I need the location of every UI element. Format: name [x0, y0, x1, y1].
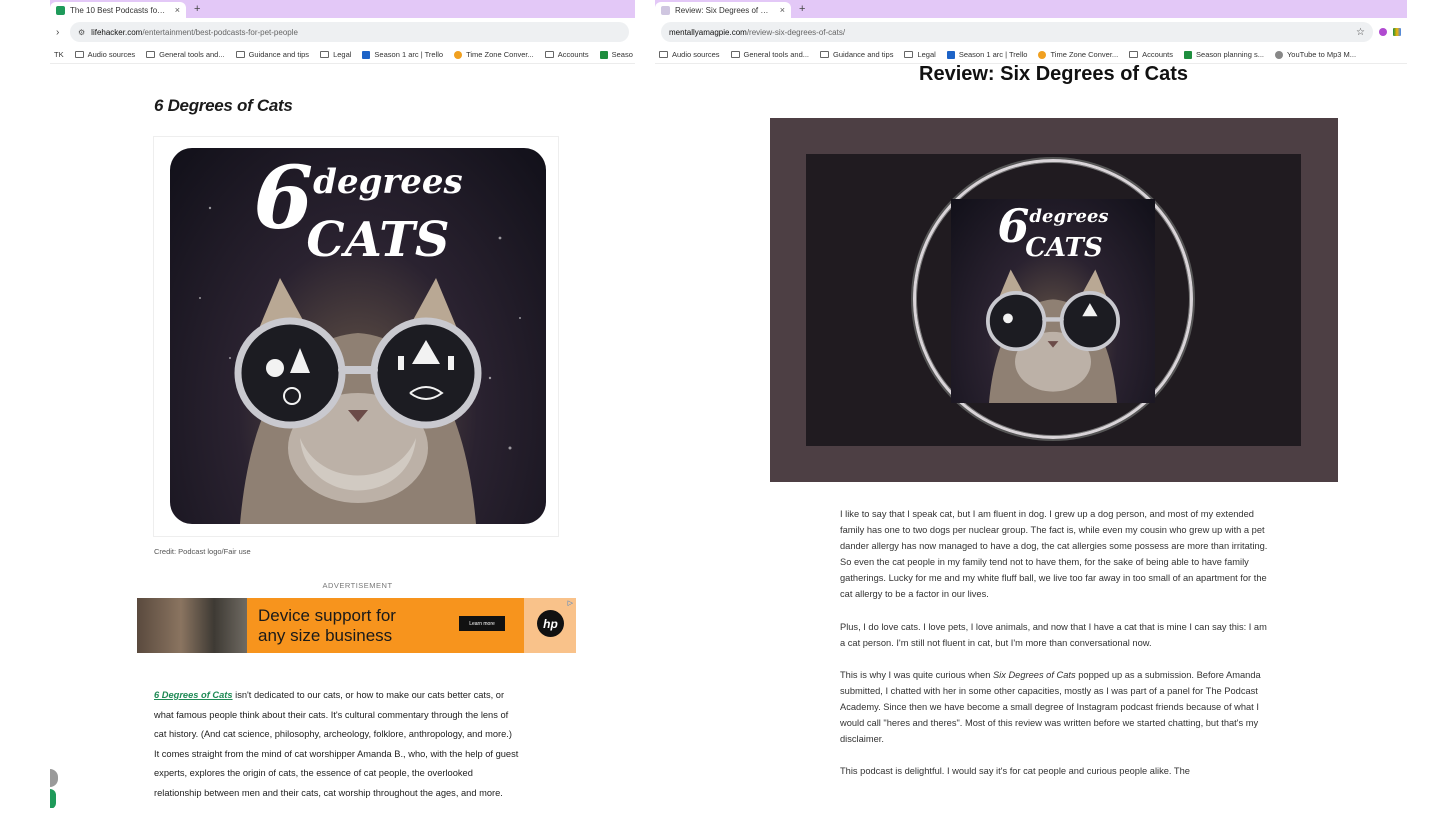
- bookmark-star-icon[interactable]: ☆: [1356, 27, 1365, 38]
- folder-icon: [235, 51, 245, 58]
- paragraph: I like to say that I speak cat, but I am…: [840, 509, 1268, 600]
- sheets-icon: [1184, 50, 1193, 59]
- bookmark-trello[interactable]: Season 1 arc | Trello: [946, 50, 1027, 59]
- bookmark-audio-sources[interactable]: Audio sources: [74, 50, 135, 59]
- bookmark-guidance[interactable]: Guidance and tips: [820, 50, 893, 59]
- site-favicon-icon: [661, 5, 670, 15]
- url-host: mentallyamagpie.com: [669, 27, 747, 37]
- podcast-link[interactable]: 6 Degrees of Cats: [154, 690, 233, 700]
- bookmark-accounts[interactable]: Accounts: [544, 50, 589, 59]
- tab-strip: Review: Six Degrees of Cats × +: [655, 0, 1407, 18]
- folder-icon: [320, 51, 330, 58]
- folder-icon: [730, 51, 740, 58]
- right-browser-window: Review: Six Degrees of Cats × + mentally…: [655, 0, 1407, 808]
- back-arrow-icon[interactable]: ›: [56, 27, 64, 38]
- bookmark-audio-sources[interactable]: Audio sources: [659, 50, 720, 59]
- tab-review-six-degrees[interactable]: Review: Six Degrees of Cats ×: [655, 2, 791, 18]
- review-body: I like to say that I speak cat, but I am…: [840, 506, 1270, 795]
- folder-icon: [659, 51, 668, 58]
- new-tab-button[interactable]: +: [799, 3, 805, 15]
- drive-icon[interactable]: [1393, 28, 1401, 36]
- bookmarks-bar: TK Audio sources General tools and... Gu…: [50, 46, 635, 64]
- ad-headline: Device support for any size business: [258, 606, 396, 645]
- ad-choices-icon[interactable]: ▷: [568, 599, 573, 607]
- address-bar[interactable]: ⚙ lifehacker.com/entertainment/best-podc…: [70, 22, 629, 42]
- hero-inner-frame: 6degrees CATS: [806, 154, 1301, 446]
- url-path: /entertainment/best-podcasts-for-pet-peo…: [142, 27, 298, 37]
- address-row: › ⚙ lifehacker.com/entertainment/best-po…: [50, 18, 635, 46]
- bookmark-youtube-mp3[interactable]: YouTube to Mp3 M...: [1274, 50, 1356, 59]
- review-hero-image: 6degrees CATS: [770, 118, 1338, 482]
- hp-advertisement[interactable]: Device support for any size business Lea…: [137, 598, 576, 653]
- folder-icon: [544, 51, 554, 58]
- paragraph: This podcast is delightful. I would say …: [840, 766, 1190, 777]
- paragraph: Plus, I do love cats. I love pets, I lov…: [840, 621, 1267, 648]
- folder-icon: [820, 51, 829, 58]
- floating-side-widget[interactable]: [50, 769, 58, 808]
- review-title: Review: Six Degrees of Cats: [919, 63, 1188, 85]
- url-host: lifehacker.com: [91, 27, 143, 37]
- bookmark-tk[interactable]: TK: [54, 50, 64, 59]
- site-settings-icon[interactable]: ⚙: [78, 28, 85, 37]
- bookmark-general-tools[interactable]: General tools and...: [146, 50, 225, 59]
- new-tab-button[interactable]: +: [194, 3, 200, 15]
- trello-icon: [946, 50, 955, 59]
- ad-learn-more-button[interactable]: Learn more: [459, 616, 505, 631]
- bookmark-timezone[interactable]: Time Zone Conver...: [1038, 50, 1118, 59]
- bookmark-general-tools[interactable]: General tools and...: [730, 50, 809, 59]
- bookmark-trello[interactable]: Season 1 arc | Trello: [362, 50, 443, 59]
- close-tab-icon[interactable]: ×: [780, 5, 785, 15]
- tab-best-podcasts[interactable]: The 10 Best Podcasts for Pe ×: [50, 2, 186, 18]
- timezone-icon: [454, 50, 463, 59]
- bookmark-accounts[interactable]: Accounts: [1129, 50, 1173, 59]
- url-path: /review-six-degrees-of-cats/: [746, 27, 846, 37]
- folder-icon: [1129, 51, 1139, 58]
- close-tab-icon[interactable]: ×: [175, 5, 180, 15]
- download-icon: [1274, 50, 1283, 59]
- bookmark-guidance[interactable]: Guidance and tips: [235, 50, 309, 59]
- bookmark-legal[interactable]: Legal: [904, 50, 936, 59]
- hp-logo-icon: hp: [537, 610, 564, 637]
- tab-title: Review: Six Degrees of Cats: [675, 5, 771, 15]
- folder-icon: [146, 51, 156, 58]
- lifehacker-favicon-icon: [56, 5, 65, 15]
- timezone-icon: [1038, 50, 1047, 59]
- extension-icon[interactable]: [1379, 28, 1387, 36]
- podcast-logo-text: 6degrees CATS: [253, 148, 463, 268]
- bookmarks-bar: Audio sources General tools and... Guida…: [655, 46, 1407, 64]
- advertisement-label: ADVERTISEMENT: [322, 581, 393, 590]
- podcast-heading: 6 Degrees of Cats: [154, 96, 293, 115]
- image-credit: Credit: Podcast logo/Fair use: [154, 547, 251, 556]
- paragraph: This is why I was quite curious when Six…: [840, 669, 1261, 745]
- folder-icon: [904, 51, 914, 58]
- podcast-artwork-card: 6degrees CATS: [153, 136, 559, 537]
- tab-strip: The 10 Best Podcasts for Pe × +: [50, 0, 635, 18]
- trello-icon: [362, 50, 371, 59]
- article-body: 6 Degrees of Cats isn't dedicated to our…: [154, 690, 519, 798]
- podcast-cover-image: 6degrees CATS: [170, 148, 546, 524]
- bookmark-season[interactable]: Seaso: [599, 50, 633, 59]
- tab-title: The 10 Best Podcasts for Pe: [70, 5, 166, 15]
- folder-icon: [74, 51, 84, 58]
- podcast-cover-image: 6degrees CATS: [951, 199, 1155, 403]
- address-bar[interactable]: mentallyamagpie.com/review-six-degrees-o…: [661, 22, 1373, 42]
- sheets-icon: [599, 50, 608, 59]
- bookmark-legal[interactable]: Legal: [320, 50, 351, 59]
- address-row: mentallyamagpie.com/review-six-degrees-o…: [655, 18, 1407, 46]
- bookmark-timezone[interactable]: Time Zone Conver...: [454, 50, 534, 59]
- podcast-logo-text: 6degrees CATS: [997, 199, 1109, 263]
- ad-photo: [137, 598, 247, 653]
- left-browser-window: The 10 Best Podcasts for Pe × + › ⚙ life…: [50, 0, 635, 808]
- bookmark-season-planning[interactable]: Season planning s...: [1184, 50, 1264, 59]
